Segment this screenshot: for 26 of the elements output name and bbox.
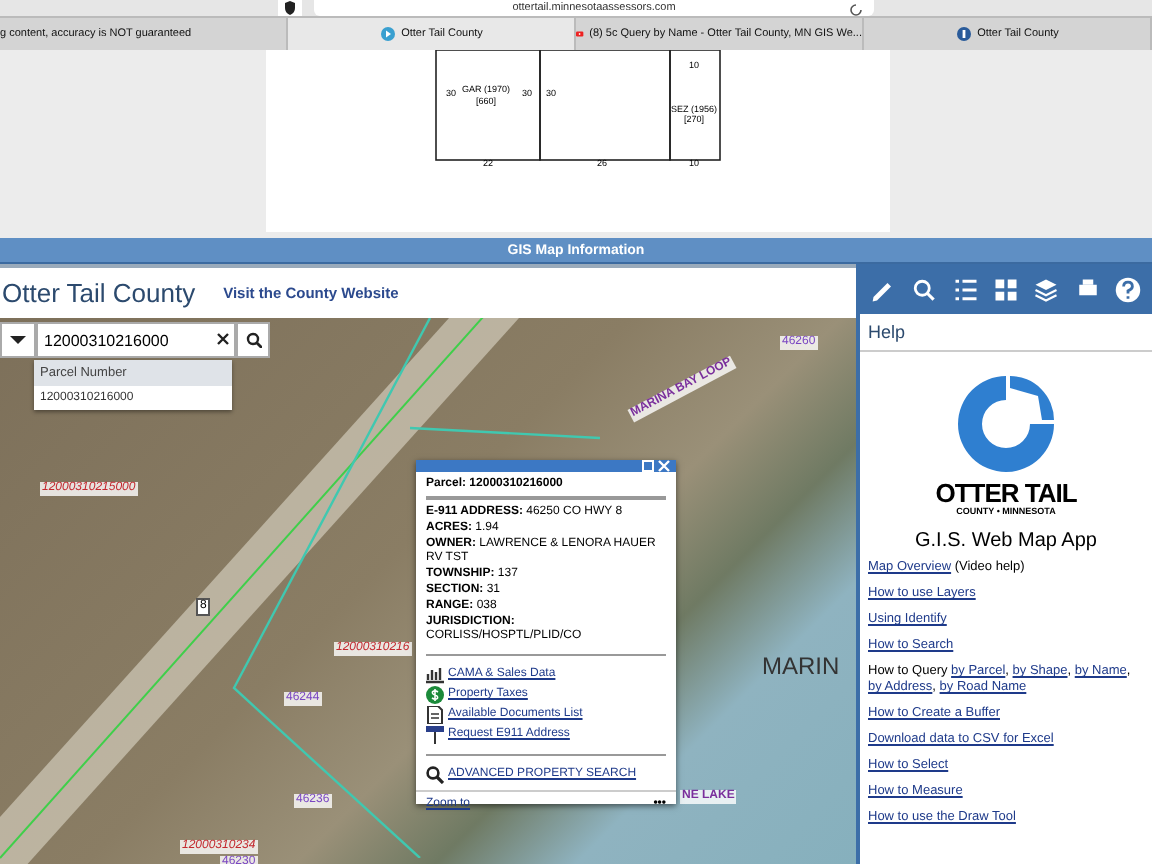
video-icon	[576, 26, 584, 42]
logo-name: OTTER TAIL	[935, 480, 1077, 506]
county-title: Otter Tail County	[2, 278, 196, 308]
search-button[interactable]	[236, 322, 270, 358]
list-icon	[951, 275, 980, 303]
shield-icon	[284, 0, 296, 16]
search-icon	[910, 275, 939, 303]
dollar-icon	[426, 686, 444, 704]
clear-icon	[216, 332, 230, 346]
water-label: MARIN	[760, 654, 842, 680]
caret-icon	[10, 336, 26, 344]
sign-icon	[426, 726, 444, 744]
play-icon	[379, 26, 396, 42]
reload-icon	[848, 1, 862, 15]
search-icon	[426, 766, 444, 784]
grid-icon	[991, 275, 1020, 303]
app-title: G.I.S. Web Map App	[915, 530, 1097, 552]
search-field[interactable]: 12000310216000	[36, 322, 236, 358]
bar-chart-icon	[426, 666, 444, 684]
search-icon	[245, 332, 261, 348]
panel-title: Help	[860, 314, 1152, 352]
help-icon	[1113, 275, 1142, 303]
document-icon	[426, 706, 444, 724]
search-type-dropdown[interactable]	[0, 322, 36, 358]
site-icon	[955, 26, 972, 42]
layers-icon	[1032, 275, 1061, 303]
